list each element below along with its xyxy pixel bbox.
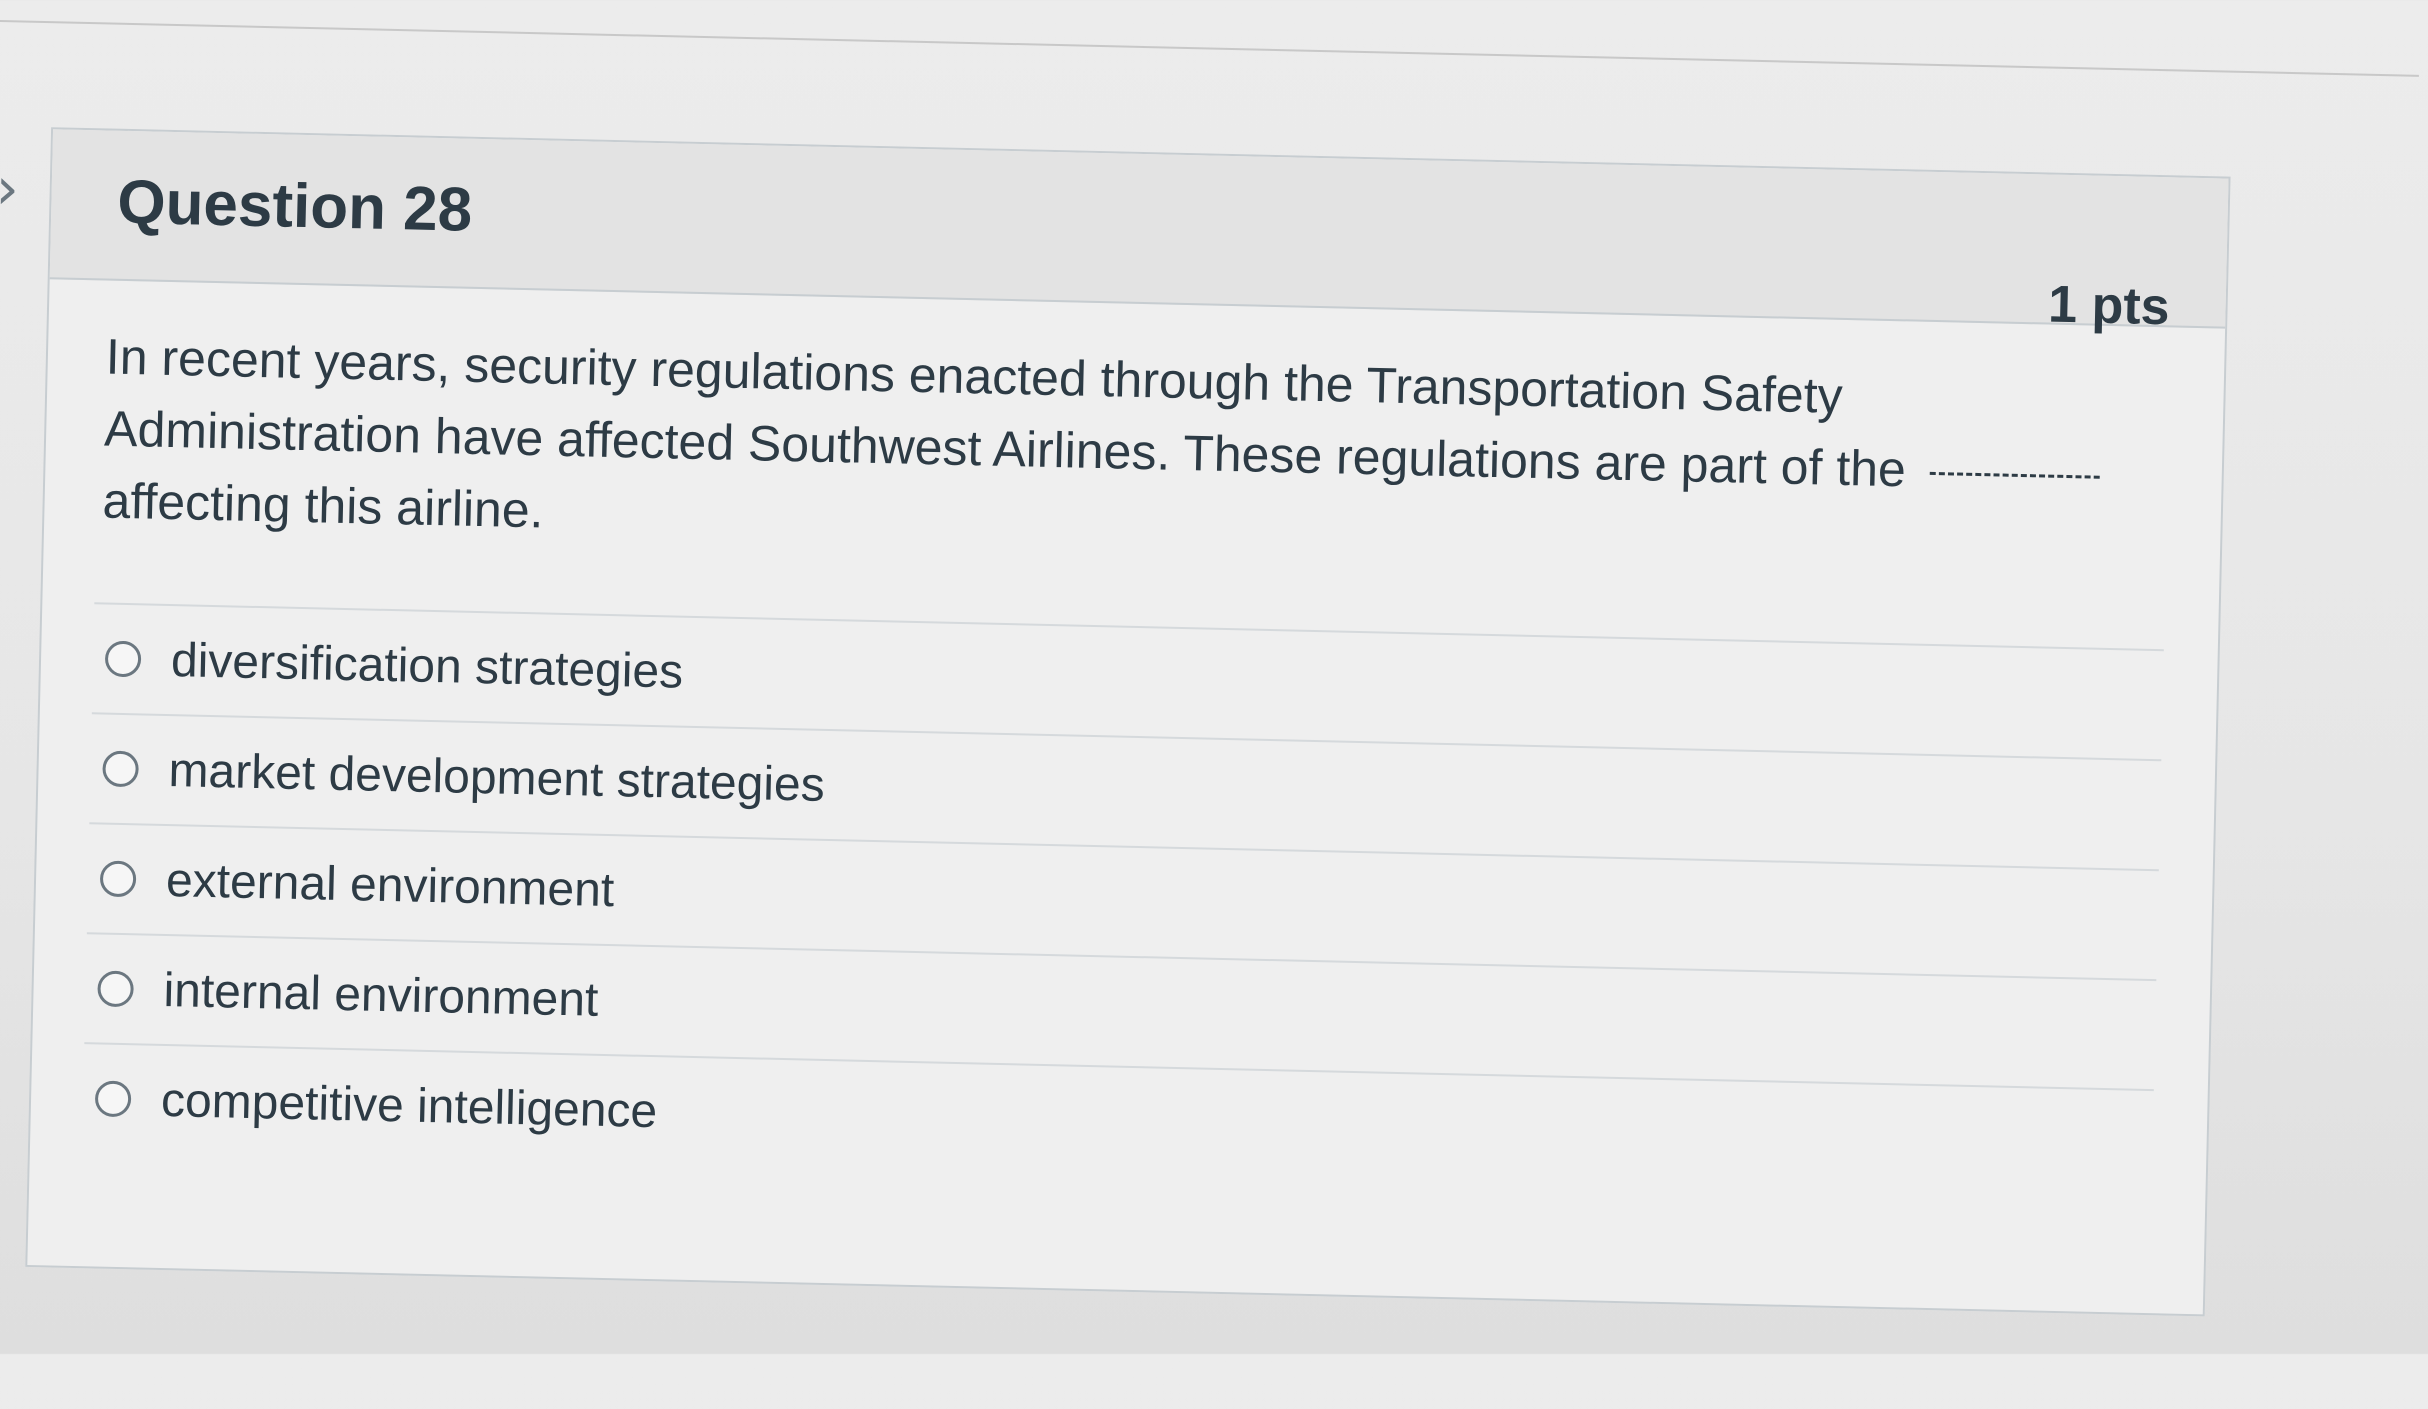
- fill-in-blank: [1929, 470, 2100, 479]
- question-text: In recent years, security regulations en…: [102, 321, 2166, 584]
- answer-label[interactable]: diversification strategies: [170, 633, 683, 700]
- radio-button[interactable]: [99, 860, 137, 898]
- top-divider: [0, 19, 2419, 77]
- question-text-before-blank: In recent years, security regulations en…: [103, 328, 1907, 498]
- radio-button[interactable]: [94, 1080, 132, 1118]
- answer-label[interactable]: external environment: [165, 853, 614, 918]
- chevron-right-icon[interactable]: ›: [0, 154, 26, 223]
- question-points: 1 pts: [2047, 275, 2171, 337]
- question-text-after-blank: affecting this airline.: [102, 472, 545, 539]
- question-card: Question 28 1 pts In recent years, secur…: [25, 127, 2231, 1317]
- answer-label[interactable]: market development strategies: [168, 743, 825, 813]
- answer-label[interactable]: competitive intelligence: [160, 1072, 657, 1138]
- radio-button[interactable]: [102, 750, 139, 788]
- question-header: Question 28 1 pts: [49, 129, 2229, 336]
- question-title: Question 28: [116, 167, 474, 245]
- radio-button[interactable]: [97, 970, 134, 1008]
- page-frame: › Question 28 1 pts In recent years, sec…: [0, 0, 2427, 1409]
- answer-list: diversification strategies market develo…: [81, 602, 2164, 1200]
- radio-button[interactable]: [104, 640, 142, 678]
- answer-label[interactable]: internal environment: [163, 962, 599, 1027]
